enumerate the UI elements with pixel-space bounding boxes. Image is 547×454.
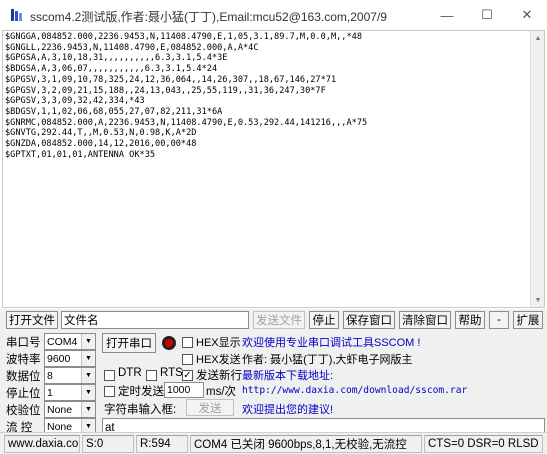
receive-line: $GPTXT,01,01,01,ANTENNA OK*35: [5, 149, 156, 160]
timed-send-checkbox[interactable]: [104, 386, 115, 397]
send-button[interactable]: 发送: [186, 399, 234, 416]
status-sent-count: S:0: [82, 435, 134, 453]
welcome-text: 欢迎使用专业串口调试工具SSCOM !: [242, 337, 421, 349]
status-port-state: COM4 已关闭 9600bps,8,1,无校验,无流控: [190, 435, 422, 453]
stop-bits-value: 1: [47, 386, 53, 399]
clear-window-button[interactable]: 清除窗口: [399, 311, 451, 329]
rts-checkbox[interactable]: [146, 370, 157, 381]
stop-bits-label: 停止位: [6, 388, 41, 400]
port-select[interactable]: COM4 ▼: [44, 333, 96, 350]
file-name-field[interactable]: 文件名: [61, 311, 249, 329]
data-bits-label: 数据位: [6, 371, 41, 383]
baud-label: 波特率: [6, 354, 41, 366]
interval-unit: ms/次: [206, 386, 237, 398]
data-bits-select[interactable]: 8 ▼: [44, 367, 96, 384]
chevron-down-icon[interactable]: ▼: [81, 351, 95, 366]
save-window-button[interactable]: 保存窗口: [343, 311, 395, 329]
receive-line: $BDGSA,A,3,06,07,,,,,,,,,,,6.3,3.1,5.4*2…: [5, 64, 218, 75]
receive-vertical-scrollbar[interactable]: ▲ ▼: [530, 31, 544, 307]
receive-text: $GNGGA,084852.000,2236.9453,N,11408.4790…: [5, 32, 525, 160]
chevron-down-icon[interactable]: ▼: [81, 402, 95, 417]
maximize-button[interactable]: ☐: [467, 0, 507, 30]
receive-line: $GNGGA,084852.000,2236.9453,N,11408.4790…: [5, 32, 362, 42]
dtr-checkbox[interactable]: [104, 370, 115, 381]
status-site: www.daxia.com: [4, 435, 80, 453]
chevron-down-icon[interactable]: ▼: [81, 368, 95, 383]
port-label: 串口号: [6, 337, 41, 349]
send-newline-label: 发送新行: [196, 370, 242, 382]
download-label: 最新版本下载地址:: [242, 370, 334, 382]
hex-send-checkbox[interactable]: [182, 354, 193, 365]
receive-area[interactable]: $GNGGA,084852.000,2236.9453,N,11408.4790…: [2, 30, 545, 308]
receive-line: $GNZDA,084852.000,14,12,2016,00,00*48: [5, 139, 197, 150]
receive-line: $GNVTG,292.44,T,,M,0.53,N,0.98,K,A*2D: [5, 128, 197, 139]
hex-send-label: HEX发送: [196, 354, 241, 366]
interval-input[interactable]: 1000: [164, 382, 204, 398]
baud-select[interactable]: 9600 ▼: [44, 350, 96, 367]
open-file-button[interactable]: 打开文件: [6, 311, 58, 329]
dtr-label: DTR: [118, 367, 142, 379]
scroll-down-icon[interactable]: ▼: [531, 293, 545, 307]
parity-label: 校验位: [6, 405, 41, 417]
open-port-button[interactable]: 打开串口: [102, 333, 156, 353]
data-bits-value: 8: [47, 369, 53, 382]
hex-display-checkbox[interactable]: [182, 337, 193, 348]
expand-button[interactable]: 扩展: [513, 311, 543, 329]
timed-send-label: 定时发送: [118, 386, 164, 398]
rts-label: RTS: [160, 367, 183, 379]
window-title: sscom4.2测试版,作者:聂小猛(丁丁),Email:mcu52@163.c…: [30, 10, 387, 24]
title-bar: sscom4.2测试版,作者:聂小猛(丁丁),Email:mcu52@163.c…: [0, 0, 547, 30]
help-button[interactable]: 帮助: [455, 311, 485, 329]
sscom-app-icon: [11, 9, 22, 21]
author-text: 作者: 聂小猛(丁丁),大虾电子网版主: [242, 354, 413, 366]
send-newline-checkbox[interactable]: ✓: [182, 370, 193, 381]
send-file-button[interactable]: 发送文件: [253, 311, 305, 329]
receive-line: $GPGSV,3,2,09,21,15,188,,24,13,043,,25,5…: [5, 85, 326, 96]
receive-line: $GPGSV,3,3,09,32,42,334,*43: [5, 96, 145, 107]
parity-value: None: [47, 403, 73, 416]
status-bar: www.daxia.com S:0 R:594 COM4 已关闭 9600bps…: [0, 432, 547, 454]
status-modem-lines: CTS=0 DSR=0 RLSD: [424, 435, 543, 453]
receive-line: $GNGLL,2236.9453,N,11408.4790,E,084852.0…: [5, 42, 259, 53]
flow-control-value: None: [47, 420, 73, 433]
receive-line: $BDGSV,1,1,02,06,68,055,27,07,82,211,31*…: [5, 106, 223, 117]
download-url[interactable]: http://www.daxia.com/download/sscom.rar: [242, 385, 467, 396]
receive-line: $GPGSA,A,3,10,18,31,,,,,,,,,,6.3,3.1,5.4…: [5, 53, 228, 64]
string-input-label: 字符串输入框:: [104, 404, 177, 416]
parity-select[interactable]: None ▼: [44, 401, 96, 418]
receive-line: $GNRMC,084852.000,A,2236.9453,N,11408.47…: [5, 117, 368, 128]
chevron-down-icon[interactable]: ▼: [81, 334, 95, 349]
baud-value: 9600: [47, 352, 71, 365]
hex-display-label: HEX显示: [196, 337, 241, 349]
feedback-text: 欢迎提出您的建议!: [242, 404, 334, 416]
status-received-count: R:594: [136, 435, 188, 453]
minimize-button[interactable]: —: [427, 0, 467, 30]
port-status-led-icon: [162, 336, 176, 350]
stop-button[interactable]: 停止: [309, 311, 339, 329]
stop-bits-select[interactable]: 1 ▼: [44, 384, 96, 401]
chevron-down-icon[interactable]: ▼: [81, 385, 95, 400]
receive-line: $GPGSV,3,1,09,10,78,325,24,12,36,064,,14…: [5, 74, 337, 85]
collapse-button[interactable]: -: [489, 311, 509, 329]
close-button[interactable]: ✕: [507, 0, 547, 30]
scroll-up-icon[interactable]: ▲: [531, 31, 545, 45]
port-value: COM4: [47, 335, 78, 348]
